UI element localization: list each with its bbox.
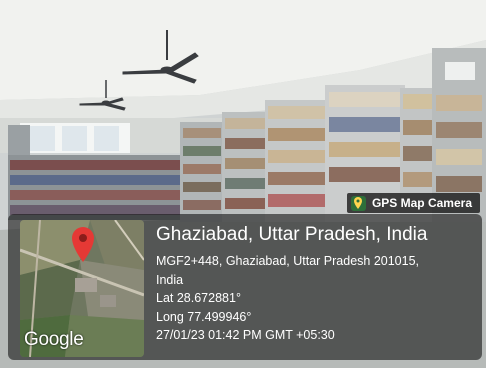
address-line-2: India — [156, 272, 184, 287]
location-info: Ghaziabad, Uttar Pradesh, India MGF2+448… — [156, 224, 427, 345]
bookshelf — [265, 100, 330, 222]
gps-map-camera-badge: GPS Map Camera — [346, 193, 480, 213]
bookshelf — [180, 122, 225, 222]
location-overlay: Google Ghaziabad, Uttar Pradesh, India M… — [8, 214, 482, 360]
latitude-value: Lat 28.672881° — [156, 291, 241, 305]
address-line-1: MGF2+448, Ghaziabad, Uttar Pradesh 20101… — [156, 254, 420, 268]
badge-label: GPS Map Camera — [371, 196, 472, 210]
longitude-value: Long 77.499946° — [156, 309, 252, 324]
map-pin-icon — [350, 195, 366, 211]
google-watermark: Google — [24, 329, 84, 350]
bookshelf — [222, 112, 272, 222]
datetime-value: 27/01/23 01:42 PM GMT +05:30 — [156, 328, 335, 342]
location-title: Ghaziabad, Uttar Pradesh, India — [156, 224, 428, 245]
satellite-map-thumbnail: Google — [20, 220, 144, 357]
